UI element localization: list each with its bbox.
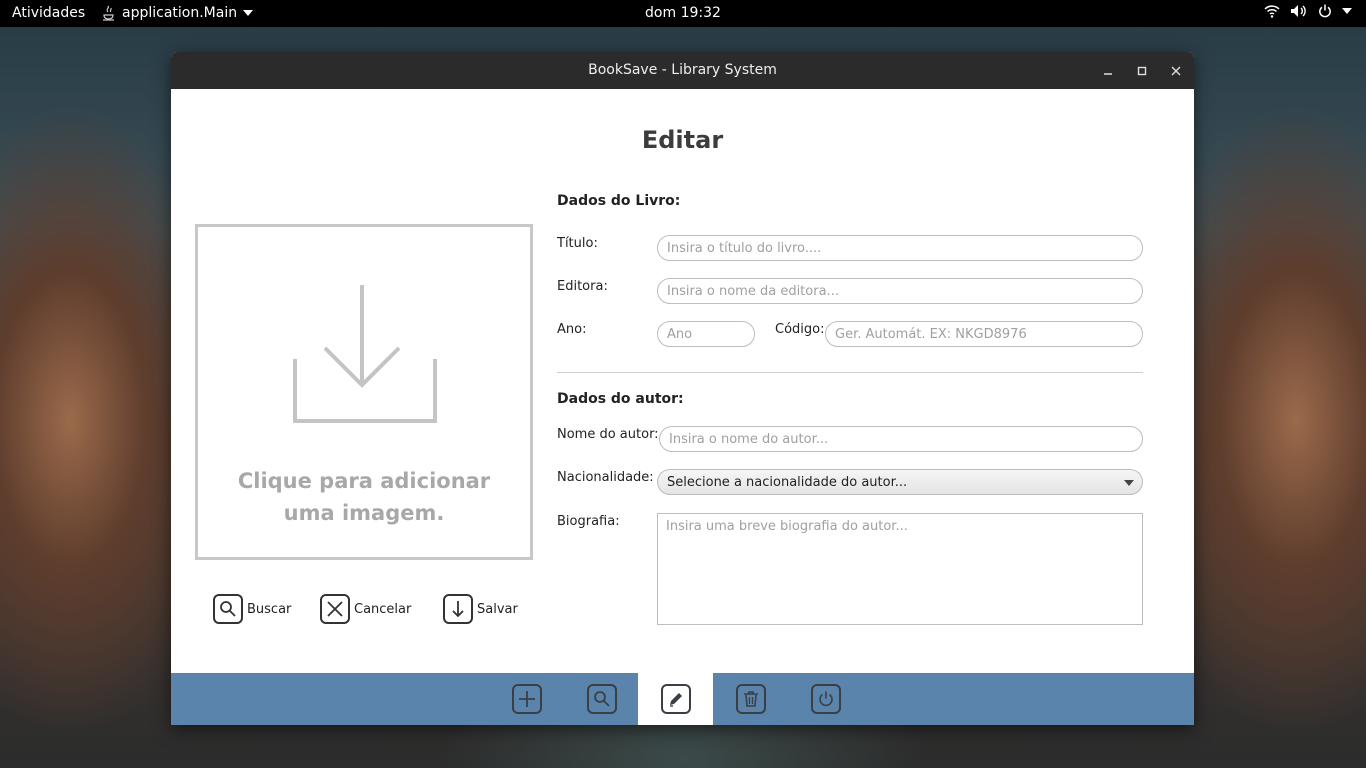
dropzone-text: Clique para adicionar uma imagem. xyxy=(237,469,491,525)
java-icon xyxy=(103,5,114,21)
image-dropzone[interactable]: Clique para adicionar uma imagem. xyxy=(195,224,533,560)
year-input[interactable] xyxy=(657,321,755,347)
year-label: Ano: xyxy=(557,322,587,337)
title-bar[interactable]: BookSave - Library System xyxy=(171,52,1194,89)
search-icon xyxy=(213,594,243,624)
search-icon xyxy=(586,684,617,714)
download-tray-icon xyxy=(293,285,437,423)
trash-icon xyxy=(735,684,766,714)
edit-icon xyxy=(660,684,691,714)
code-input[interactable] xyxy=(825,321,1143,347)
toolbar-edit-button[interactable] xyxy=(638,673,713,725)
clock[interactable]: dom 19:32 xyxy=(645,5,721,21)
volume-icon xyxy=(1291,5,1306,17)
maximize-icon xyxy=(1137,66,1147,76)
title-input[interactable] xyxy=(657,235,1143,261)
wifi-icon xyxy=(1264,5,1280,18)
bottom-toolbar xyxy=(171,673,1194,725)
author-name-input[interactable] xyxy=(659,426,1143,452)
search-image-button[interactable]: Buscar xyxy=(213,594,291,624)
app-window: BookSave - Library System Editar Clique … xyxy=(171,52,1194,725)
power-icon xyxy=(810,684,841,714)
save-button[interactable]: Salvar xyxy=(443,594,518,624)
biography-textarea[interactable] xyxy=(657,513,1143,625)
maximize-button[interactable] xyxy=(1132,61,1152,81)
close-icon xyxy=(1171,66,1181,76)
power-icon xyxy=(1319,4,1331,18)
window-title: BookSave - Library System xyxy=(588,62,777,78)
author-name-label: Nome do autor: xyxy=(557,427,659,442)
publisher-input[interactable] xyxy=(657,278,1143,304)
toolbar-exit-button[interactable] xyxy=(788,673,863,725)
nationality-label: Nacionalidade: xyxy=(557,470,654,485)
toolbar-search-button[interactable] xyxy=(564,673,639,725)
system-tray[interactable] xyxy=(1264,4,1352,18)
minimize-icon xyxy=(1104,73,1112,75)
search-label: Buscar xyxy=(247,601,292,617)
add-icon xyxy=(511,684,542,714)
book-section-title: Dados do Livro: xyxy=(557,193,681,209)
chevron-down-icon xyxy=(243,10,254,16)
biography-label: Biografia: xyxy=(557,514,620,529)
cancel-button[interactable]: Cancelar xyxy=(320,594,411,624)
app-menu[interactable]: application.Main xyxy=(102,5,254,21)
top-bar: Atividades application.Main dom 19:32 xyxy=(0,0,1366,27)
code-label: Código: xyxy=(775,322,825,337)
author-section-title: Dados do autor: xyxy=(557,391,684,407)
nationality-select[interactable]: Selecione a nacionalidade do autor... xyxy=(657,469,1143,495)
chevron-down-icon xyxy=(1342,8,1352,14)
section-divider xyxy=(557,372,1143,373)
publisher-label: Editora: xyxy=(557,279,608,294)
download-icon xyxy=(443,594,473,624)
page-title: Editar xyxy=(641,126,724,154)
cancel-label: Cancelar xyxy=(354,601,412,617)
toolbar-add-button[interactable] xyxy=(489,673,564,725)
title-label: Título: xyxy=(557,236,598,251)
save-label: Salvar xyxy=(477,601,518,617)
close-icon xyxy=(320,594,350,624)
toolbar-delete-button[interactable] xyxy=(713,673,788,725)
main-content: Editar Clique para adicionar uma imagem.… xyxy=(171,89,1194,673)
nationality-value: Selecione a nacionalidade do autor... xyxy=(667,474,908,490)
dropdown-arrow-icon xyxy=(1124,480,1134,486)
minimize-button[interactable] xyxy=(1098,61,1118,81)
activities-button[interactable]: Atividades xyxy=(12,5,85,21)
close-button[interactable] xyxy=(1166,61,1186,81)
app-name: application.Main xyxy=(122,5,238,21)
